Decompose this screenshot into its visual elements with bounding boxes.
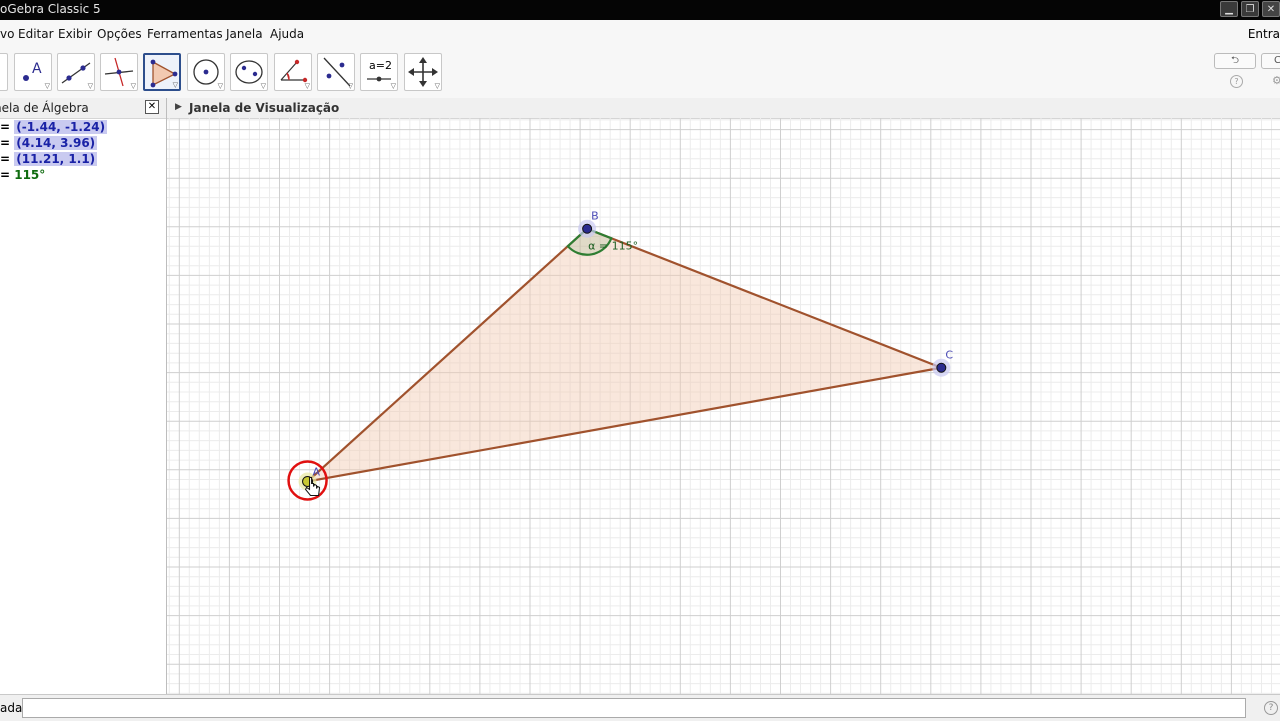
tool-reflect[interactable]: ▽ xyxy=(317,53,355,91)
graphics-view-title: Janela de Visualização xyxy=(189,101,340,115)
chevron-down-icon: ▽ xyxy=(172,81,178,89)
point-c[interactable] xyxy=(936,362,947,373)
algebra-view-header: nela de Álgebra ✕ xyxy=(0,98,166,119)
input-field[interactable] xyxy=(22,698,1246,718)
menu-view[interactable]: Exibir xyxy=(58,27,92,41)
title-bar: oGebra Classic 5 ▁ ❐ ✕ xyxy=(0,0,1280,20)
sign-in-link[interactable]: Entra xyxy=(1248,27,1280,41)
algebra-value: (11.21, 1.1) xyxy=(14,152,98,166)
menu-edit[interactable]: Editar xyxy=(18,27,54,41)
chevron-down-icon: ▽ xyxy=(130,82,136,90)
graphics-view: ▶ Janela de Visualização α = 115° A B C xyxy=(167,98,1280,694)
algebra-row-point-b[interactable]: = (4.14, 3.96) xyxy=(0,136,98,150)
svg-text:A: A xyxy=(32,61,42,77)
minimize-icon[interactable]: ▁ xyxy=(1220,1,1238,17)
chevron-down-icon: ▽ xyxy=(260,82,266,90)
algebra-row-point-c[interactable]: = (11.21, 1.1) xyxy=(0,152,98,166)
help-icon[interactable]: ? xyxy=(1264,701,1278,715)
tool-circle[interactable]: ▽ xyxy=(187,53,225,91)
window-title: oGebra Classic 5 xyxy=(0,2,101,16)
point-label-b: B xyxy=(591,210,599,223)
undo-icon: ⮌ xyxy=(1230,55,1239,66)
menu-tools[interactable]: Ferramentas xyxy=(147,27,223,41)
window-controls: ▁ ❐ ✕ xyxy=(1217,1,1280,19)
algebra-prefix: = xyxy=(0,120,15,134)
point-label-a: A xyxy=(313,465,321,478)
tool-ellipse[interactable]: ▽ xyxy=(230,53,268,91)
redo-icon: C xyxy=(1274,55,1280,66)
chevron-down-icon: ▽ xyxy=(390,82,396,90)
tool-angle[interactable]: ▽ xyxy=(274,53,312,91)
menu-options[interactable]: Opções xyxy=(97,27,142,41)
tool-move[interactable] xyxy=(0,53,8,91)
graphics-canvas[interactable]: α = 115° A B C xyxy=(167,118,1280,694)
toolbar: A ▽ ▽ ▽ ▽ ▽ ▽ ▽ ▽ a=2 ▽ ▽ xyxy=(0,48,1280,99)
algebra-value: (-1.44, -1.24) xyxy=(14,120,108,134)
gear-icon[interactable]: ⚙ xyxy=(1272,74,1280,87)
menu-window[interactable]: Janela xyxy=(226,27,263,41)
algebra-view-title: nela de Álgebra xyxy=(0,101,89,115)
menu-help[interactable]: Ajuda xyxy=(270,27,304,41)
menu-file[interactable]: vo xyxy=(0,27,14,41)
chevron-down-icon: ▽ xyxy=(217,82,223,90)
input-bar: ada: ? xyxy=(0,694,1280,721)
close-icon[interactable]: ✕ xyxy=(1262,1,1280,17)
undo-button[interactable]: ⮌ xyxy=(1214,53,1256,69)
redo-button[interactable]: C xyxy=(1261,53,1280,69)
chevron-down-icon: ▽ xyxy=(87,82,93,90)
algebra-prefix: = xyxy=(0,136,15,150)
tool-move-graphics[interactable]: ▽ xyxy=(404,53,442,91)
tool-point[interactable]: A ▽ xyxy=(14,53,52,91)
chevron-down-icon: ▽ xyxy=(44,82,50,90)
algebra-value: 115° xyxy=(14,168,46,182)
point-b[interactable] xyxy=(582,223,593,234)
algebra-view: nela de Álgebra ✕ = (-1.44, -1.24) = (4.… xyxy=(0,98,167,694)
arrow-icon xyxy=(0,54,7,90)
algebra-value: (4.14, 3.96) xyxy=(14,136,98,150)
menu-bar: vo Editar Exibir Opções Ferramentas Jane… xyxy=(0,20,1280,49)
chevron-down-icon: ▽ xyxy=(434,82,440,90)
slider-label: a=2 xyxy=(369,59,392,72)
maximize-icon[interactable]: ❐ xyxy=(1241,1,1259,17)
chevron-down-icon: ▽ xyxy=(347,82,353,90)
graphics-view-header: ▶ Janela de Visualização xyxy=(167,98,1280,119)
algebra-prefix: = xyxy=(0,152,15,166)
angle-label: α = 115° xyxy=(588,240,638,253)
tool-line[interactable]: ▽ xyxy=(57,53,95,91)
triangle-right-icon[interactable]: ▶ xyxy=(175,102,182,112)
triangle-polygon[interactable] xyxy=(307,228,942,482)
algebra-row-angle[interactable]: = 115° xyxy=(0,168,45,182)
tool-polygon[interactable]: ▽ xyxy=(143,53,181,91)
tool-slider[interactable]: a=2 ▽ xyxy=(360,53,398,91)
algebra-prefix: = xyxy=(0,168,15,182)
chevron-down-icon: ▽ xyxy=(304,82,310,90)
close-icon[interactable]: ✕ xyxy=(145,100,159,114)
help-icon[interactable]: ? xyxy=(1230,75,1243,88)
point-label-c: C xyxy=(945,349,953,362)
algebra-row-point-a[interactable]: = (-1.44, -1.24) xyxy=(0,120,108,134)
tool-perpendicular[interactable]: ▽ xyxy=(100,53,138,91)
